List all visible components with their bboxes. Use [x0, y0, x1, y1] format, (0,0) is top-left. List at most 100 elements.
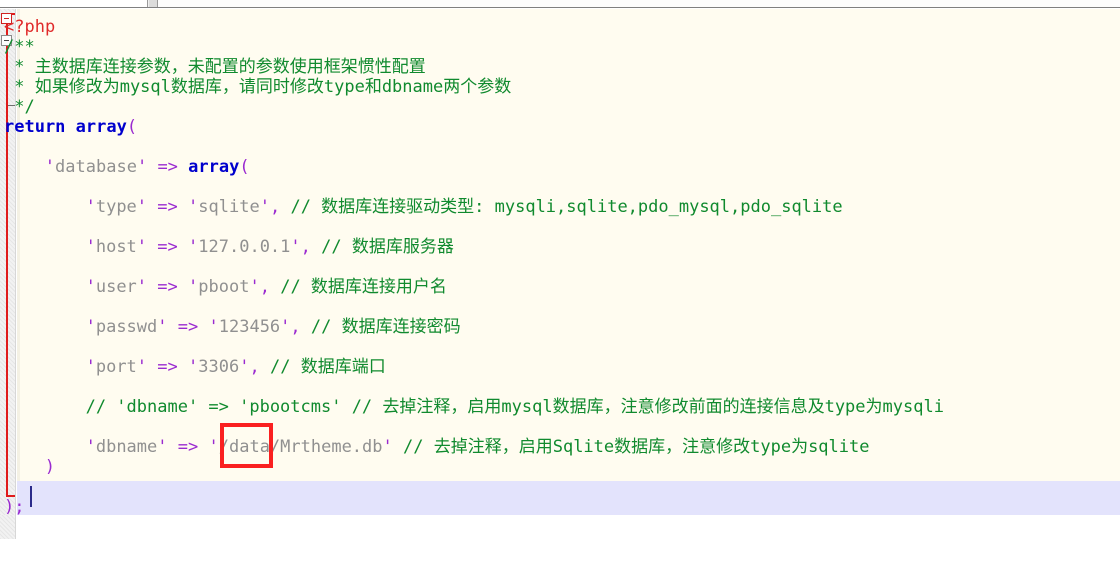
code-token: type [95, 197, 137, 217]
code-token: database [55, 157, 137, 177]
code-token: // 数据库连接用户名 [280, 277, 447, 297]
code-line[interactable]: return array( [4, 117, 137, 137]
code-line[interactable]: * 如果修改为mysql数据库，请同时修改type和dbname两个参数 [4, 77, 511, 97]
code-token: , [269, 197, 281, 217]
code-token: ( [126, 117, 138, 137]
code-token: pboot [198, 277, 250, 297]
code-folding-gutter-tail [0, 515, 16, 539]
code-token: <?php [4, 17, 56, 37]
code-token: , [259, 277, 270, 297]
code-line[interactable]: // 'dbname' => 'pbootcms' // 去掉注释，启用mysq… [86, 397, 944, 417]
code-token: ' [188, 277, 199, 297]
code-token: ' [188, 237, 199, 257]
code-line[interactable]: ); [4, 497, 24, 517]
code-token: sqlite [198, 197, 260, 217]
editor-tab-divider [149, 0, 157, 7]
code-token: ' [382, 437, 393, 457]
code-line[interactable]: 'host' => '127.0.0.1', // 数据库服务器 [86, 237, 454, 257]
code-token: // 数据库服务器 [321, 237, 454, 257]
code-token: ' [188, 357, 199, 377]
code-line[interactable]: */ [4, 97, 35, 117]
code-token: ' [259, 197, 270, 217]
code-token: => [157, 357, 178, 377]
code-token: ' [85, 277, 96, 297]
code-token: passwd [95, 317, 158, 337]
code-token: => [177, 317, 199, 337]
code-token: ' [85, 437, 96, 457]
code-token: ' [188, 197, 199, 217]
code-token: * 如果修改为mysql数据库，请同时修改type和dbname两个参数 [4, 77, 512, 97]
code-line[interactable]: 'type' => 'sqlite', // 数据库连接驱动类型: mysqli… [86, 197, 843, 217]
editor-tab-strip-empty[interactable] [157, 0, 1120, 7]
code-token: // 数据库连接密码 [310, 317, 461, 337]
code-line[interactable]: 'user' => 'pboot', // 数据库连接用户名 [86, 277, 447, 297]
code-token: // 数据库连接驱动类型: mysqli,sqlite,pdo_mysql,pd… [290, 197, 843, 217]
code-token: user [95, 277, 137, 297]
editor-empty-area[interactable] [0, 515, 1120, 578]
code-token: ' [44, 157, 56, 177]
code-token: /data/Mrtheme.db [218, 437, 383, 457]
code-line[interactable]: 'database' => array( [45, 157, 250, 177]
code-token: ' [136, 237, 148, 257]
code-token: ' [136, 277, 148, 297]
code-token: , [249, 357, 260, 377]
code-token: => [157, 237, 178, 257]
code-token: => [157, 197, 178, 217]
code-token: ' [290, 237, 301, 257]
code-token: ); [4, 497, 25, 517]
code-token: // 数据库端口 [269, 357, 386, 377]
code-token: ' [85, 197, 96, 217]
code-token: 3306 [198, 357, 240, 377]
code-token: ' [280, 317, 291, 337]
code-token: ' [85, 237, 96, 257]
code-line[interactable]: 'port' => '3306', // 数据库端口 [86, 357, 386, 377]
code-line[interactable]: /** [4, 37, 35, 57]
code-token: array [188, 157, 240, 177]
code-line[interactable]: <?php [4, 17, 55, 37]
code-token: 127.0.0.1 [198, 237, 291, 257]
code-line[interactable]: 'dbname' => '/data/Mrtheme.db' // 去掉注释，启… [86, 437, 870, 457]
current-line-highlight [17, 481, 1120, 515]
code-line[interactable]: ) [45, 457, 55, 477]
code-token: port [95, 357, 137, 377]
code-token: */ [4, 97, 35, 117]
code-token: // 去掉注释，启用Sqlite数据库，注意修改type为sqlite [403, 437, 870, 457]
code-line[interactable]: * 主数据库连接参数，未配置的参数使用框架惯性配置 [4, 57, 425, 77]
code-token: // 'dbname' => 'pbootcms' // 去掉注释，启用mysq… [85, 397, 944, 417]
code-token: host [95, 237, 137, 257]
code-token: ' [157, 437, 168, 457]
code-token: 123456 [218, 317, 281, 337]
editor-tab-active[interactable] [0, 0, 148, 7]
code-editor[interactable]: <?php/** * 主数据库连接参数，未配置的参数使用框架惯性配置 * 如果修… [0, 9, 1120, 578]
editor-tab-strip[interactable] [0, 0, 1120, 8]
code-token: => [157, 277, 178, 297]
code-token: ' [136, 157, 148, 177]
code-token: , [300, 237, 311, 257]
code-line[interactable]: 'passwd' => '123456', // 数据库连接密码 [86, 317, 461, 337]
code-token: ' [136, 357, 148, 377]
code-token: ' [85, 317, 96, 337]
code-token: => [157, 157, 178, 177]
code-token: /** [4, 37, 35, 57]
code-token: ) [44, 457, 56, 477]
code-token: , [290, 317, 301, 337]
code-token: ' [157, 317, 168, 337]
